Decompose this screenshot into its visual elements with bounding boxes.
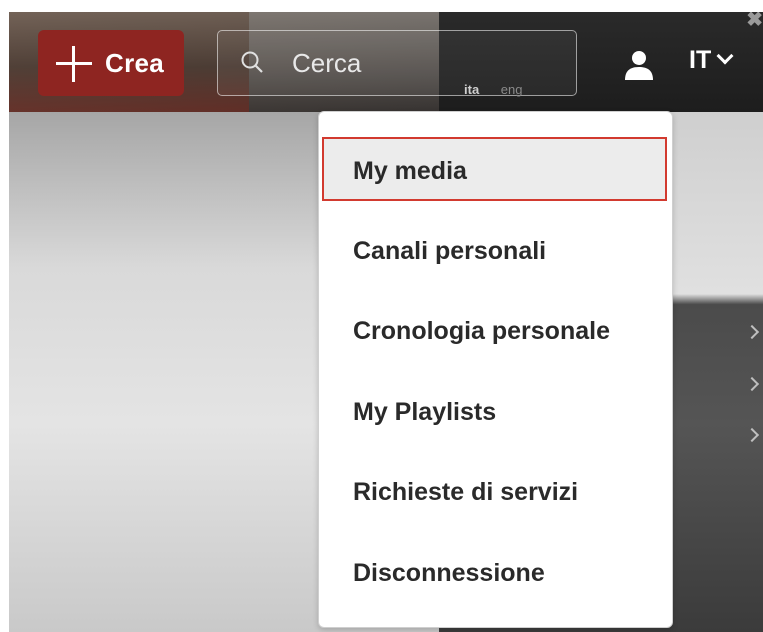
search-placeholder: Cerca bbox=[292, 48, 362, 78]
lang-option-eng[interactable]: eng bbox=[501, 82, 523, 97]
page-frame: ✖ Crea Cerca ita eng IT My media Canali … bbox=[9, 12, 763, 632]
create-button-label: Crea bbox=[105, 48, 165, 78]
menu-item-disconnessione[interactable]: Disconnessione bbox=[319, 539, 672, 603]
header-bar: ✖ Crea Cerca ita eng IT bbox=[9, 12, 763, 112]
search-icon bbox=[241, 51, 263, 73]
language-menu-button[interactable]: IT bbox=[689, 46, 734, 75]
menu-item-label: Cronologia personale bbox=[353, 317, 610, 345]
chevron-right-icon[interactable] bbox=[744, 376, 760, 392]
user-icon[interactable] bbox=[623, 50, 655, 80]
language-switch: ita eng bbox=[464, 82, 523, 97]
menu-item-label: My media bbox=[353, 157, 467, 185]
menu-item-label: My Playlists bbox=[353, 398, 497, 426]
chevron-down-icon bbox=[716, 47, 734, 65]
create-button[interactable]: Crea bbox=[38, 30, 184, 96]
menu-item-label: Richieste di servizi bbox=[353, 478, 579, 506]
menu-item-my-media[interactable]: My media bbox=[322, 137, 667, 201]
chevron-right-icon[interactable] bbox=[744, 324, 760, 340]
menu-item-canali-personali[interactable]: Canali personali bbox=[319, 217, 672, 281]
plus-icon bbox=[56, 46, 92, 82]
search-input[interactable]: Cerca bbox=[217, 30, 577, 96]
chevron-right-icon[interactable] bbox=[744, 427, 760, 443]
menu-item-label: Canali personali bbox=[353, 237, 547, 265]
close-icon[interactable]: ✖ bbox=[746, 12, 763, 30]
menu-item-my-playlists[interactable]: My Playlists bbox=[319, 378, 672, 442]
user-dropdown-menu: My media Canali personali Cronologia per… bbox=[318, 111, 673, 628]
menu-item-label: Disconnessione bbox=[353, 559, 545, 587]
menu-item-richieste-di-servizi[interactable]: Richieste di servizi bbox=[319, 458, 672, 522]
lang-option-ita[interactable]: ita bbox=[464, 82, 479, 97]
language-label: IT bbox=[689, 46, 712, 74]
menu-item-cronologia-personale[interactable]: Cronologia personale bbox=[319, 297, 672, 361]
